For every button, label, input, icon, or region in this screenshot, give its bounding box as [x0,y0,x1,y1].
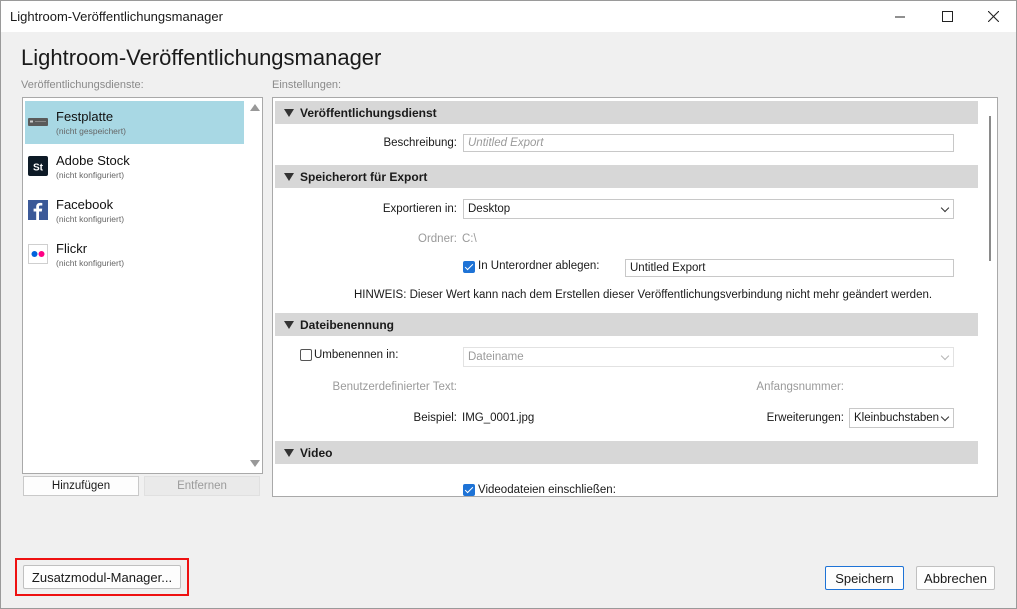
section-header-file-naming[interactable]: Dateibenennung [275,313,978,336]
cancel-button[interactable]: Abbrechen [916,566,995,590]
minimize-button[interactable] [877,1,923,32]
extensions-label: Erweiterungen: [766,412,844,424]
section-title: Speicherort für Export [300,170,428,184]
maximize-button[interactable] [924,1,970,32]
section-header-publish-service[interactable]: Veröffentlichungsdienst [275,101,978,124]
subfolder-input[interactable]: Untitled Export [625,259,954,277]
rename-value: Dateiname [468,351,524,363]
service-name: Festplatte [56,109,114,124]
settings-label: Einstellungen: [272,79,342,91]
service-status: (nicht konfiguriert) [56,170,125,180]
description-label: Beschreibung: [383,137,457,149]
section-title: Video [300,446,333,460]
service-item-adobe-stock[interactable]: St Adobe Stock (nicht konfiguriert) [25,145,244,188]
title-bar: Lightroom-Veröffentlichungsmanager [1,1,1016,32]
service-item-flickr[interactable]: Flickr (nicht konfiguriert) [25,233,244,276]
add-service-button[interactable]: Hinzufügen [23,476,139,496]
custom-text-label: Benutzerdefinierter Text: [332,381,457,393]
export-note: HINWEIS: Dieser Wert kann nach dem Erste… [354,289,933,301]
service-item-festplatte[interactable]: Festplatte (nicht gespeichert) [25,101,244,144]
rename-checkbox[interactable] [300,349,312,361]
page-title: Lightroom-Veröffentlichungsmanager [21,45,382,70]
settings-scrollbar[interactable] [989,116,991,261]
service-name: Adobe Stock [56,153,130,168]
scroll-down-icon[interactable] [250,460,260,467]
adobe-stock-icon: St [28,156,48,176]
collapse-triangle-icon [284,449,294,457]
flickr-icon [28,244,48,264]
maximize-icon [941,11,953,22]
subfolder-label: In Unterordner ablegen: [478,260,600,272]
collapse-triangle-icon [284,109,294,117]
collapse-triangle-icon [284,173,294,181]
service-status: (nicht konfiguriert) [56,214,125,224]
export-to-select[interactable]: Desktop [463,199,954,219]
service-item-facebook[interactable]: Facebook (nicht konfiguriert) [25,189,244,232]
extensions-value: Kleinbuchstaben [854,412,940,424]
services-list[interactable]: Festplatte (nicht gespeichert) St Adobe … [22,97,263,474]
collapse-triangle-icon [284,321,294,329]
section-title: Veröffentlichungsdienst [300,106,437,120]
save-button[interactable]: Speichern [825,566,904,590]
scroll-up-icon[interactable] [250,104,260,111]
start-number-label: Anfangsnummer: [756,381,844,393]
service-name: Flickr [56,241,88,256]
settings-panel[interactable]: Veröffentlichungsdienst Beschreibung: Un… [272,97,998,497]
facebook-icon [28,200,48,220]
export-to-label: Exportieren in: [382,203,457,215]
service-name: Facebook [56,197,114,212]
publishing-manager-window: Lightroom-Veröffentlichungsmanager Light… [0,0,1017,609]
export-to-value: Desktop [468,203,511,215]
close-icon [987,11,999,22]
close-button[interactable] [970,1,1016,32]
rename-label: Umbenennen in: [314,349,399,361]
chevron-down-icon [940,412,950,422]
section-header-export-location[interactable]: Speicherort für Export [275,165,978,188]
service-status: (nicht konfiguriert) [56,258,125,268]
include-video-label: Videodateien einschließen: [478,484,616,496]
folder-value: C:\ [462,233,477,245]
include-video-checkbox[interactable] [463,484,475,496]
remove-service-button[interactable]: Entfernen [144,476,260,496]
services-scrollbar[interactable] [247,98,262,473]
folder-label: Ordner: [418,233,457,245]
section-title: Dateibenennung [300,318,395,332]
subfolder-checkbox[interactable] [463,261,475,273]
hard-drive-icon [28,118,48,126]
rename-select[interactable]: Dateiname [463,347,954,367]
services-label: Veröffentlichungsdienste: [21,79,144,91]
window-title: Lightroom-Veröffentlichungsmanager [10,9,223,24]
highlight-box [15,558,189,596]
svg-text:St: St [33,163,44,174]
example-value: IMG_0001.jpg [462,412,535,424]
example-label: Beispiel: [413,412,457,424]
minimize-icon [895,16,905,17]
chevron-down-icon [940,203,950,213]
description-input[interactable]: Untitled Export [463,134,954,152]
extensions-select[interactable]: Kleinbuchstaben [849,408,954,428]
chevron-down-icon [940,351,950,361]
service-status: (nicht gespeichert) [56,126,126,136]
section-header-video[interactable]: Video [275,441,978,464]
